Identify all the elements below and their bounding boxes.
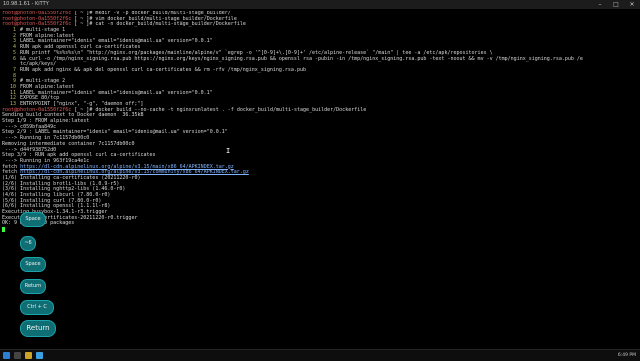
dockerfile-text: && curl -o /tmp/nginx_signing.rsa.pub ht… (20, 55, 583, 62)
folder-icon[interactable] (25, 352, 32, 359)
keystroke-badge: Space (20, 212, 46, 227)
terminal-app-icon[interactable] (36, 352, 43, 359)
taskbar: 6:49 PM (0, 349, 640, 361)
prompt-separator: ]# (83, 21, 96, 28)
clock: 6:49 PM (617, 353, 636, 358)
dockerfile-line: 6 && curl -o /tmp/nginx_signing.rsa.pub h… (2, 55, 638, 63)
terminal-output[interactable]: root@photon-0a1550f2f6c [ ~ ]# mkdir -v … (2, 11, 638, 261)
close-icon[interactable]: ✕ (624, 0, 640, 9)
window-title: 10.98.1.61 - KiTTY (3, 1, 49, 7)
start-icon[interactable] (3, 352, 10, 359)
command-text: cat -n docker_build/multi-stage_builder/… (95, 21, 246, 28)
text-cursor-icon: I (226, 147, 231, 155)
terminal-cursor (2, 227, 5, 233)
dockerfile-text: RUN apk add nginx && apk del openssl cur… (20, 66, 306, 73)
prompt-separator: [ (71, 21, 81, 28)
maximize-icon[interactable]: □ (608, 0, 624, 9)
keystroke-badge: Return (20, 279, 46, 294)
keystroke-badge: Ctrl + C (20, 300, 54, 315)
keystroke-badge: Space (20, 257, 46, 272)
window-titlebar: 10.98.1.61 - KiTTY – □ ✕ (0, 0, 640, 9)
minimize-icon[interactable]: – (592, 0, 608, 9)
cursor-line (2, 227, 638, 233)
search-icon[interactable] (14, 352, 21, 359)
keystroke-badge: Return (20, 320, 56, 337)
keystroke-badge: ~6 (20, 236, 36, 251)
